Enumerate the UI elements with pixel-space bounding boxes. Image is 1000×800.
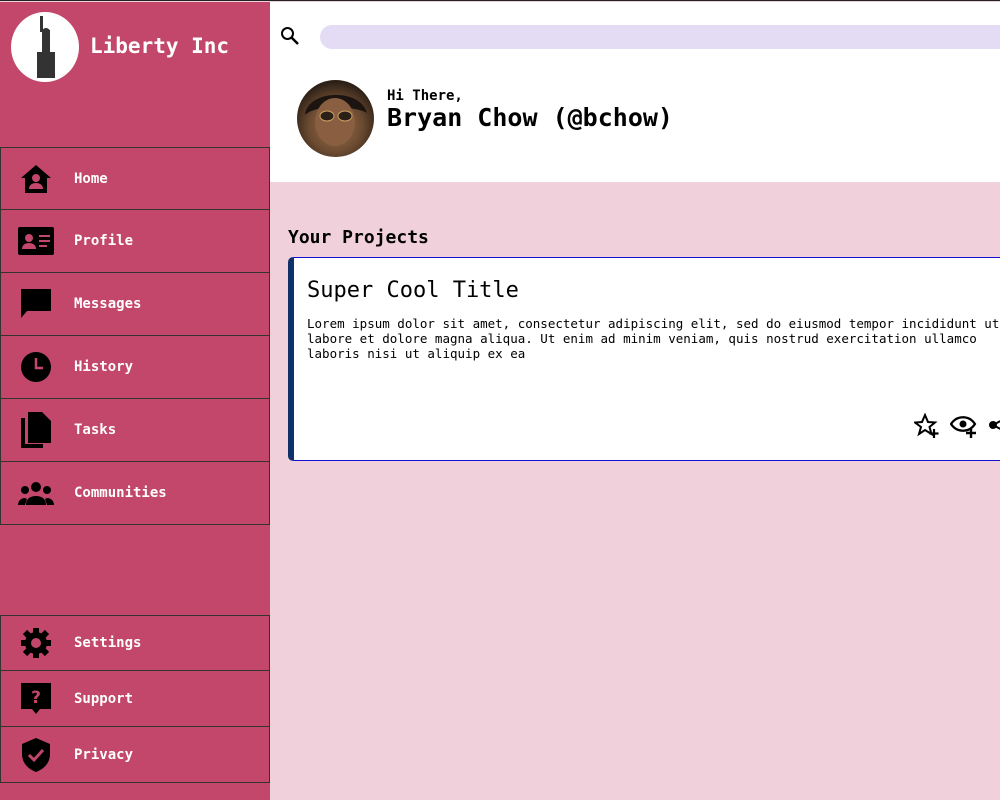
header: Hi There, Bryan Chow (@bchow): [270, 2, 1000, 182]
nav-label: Home: [74, 170, 108, 187]
projects-heading: Your Projects: [288, 227, 429, 248]
nav-label: History: [74, 359, 134, 375]
nav-communities[interactable]: Communities: [0, 462, 270, 525]
nav-home[interactable]: Home: [0, 147, 270, 210]
svg-text:?: ?: [31, 688, 41, 708]
home-icon: [18, 161, 54, 197]
help-icon: ?: [18, 681, 54, 717]
project-title: Super Cool Title: [307, 278, 519, 303]
documents-icon: [18, 412, 54, 448]
greeting: Hi There,: [387, 88, 463, 104]
avatar[interactable]: [297, 80, 374, 157]
watch-add-icon[interactable]: [949, 413, 978, 443]
nav-privacy[interactable]: Privacy: [0, 727, 270, 783]
nav-label: Messages: [74, 296, 142, 312]
company-logo: [11, 12, 79, 82]
nav-settings[interactable]: Settings: [0, 615, 270, 671]
nav-history[interactable]: History: [0, 336, 270, 399]
search-icon[interactable]: [280, 26, 300, 50]
nav-label: Support: [74, 690, 134, 707]
chat-icon: [18, 286, 54, 322]
project-card[interactable]: Super Cool Title Lorem ipsum dolor sit a…: [288, 257, 1000, 461]
project-description: Lorem ipsum dolor sit amet, consectetur …: [307, 316, 1000, 361]
brand-name: Liberty Inc: [90, 34, 230, 58]
user-name: Bryan Chow (@bchow): [387, 103, 673, 132]
id-card-icon: [18, 223, 54, 259]
people-icon: [18, 475, 54, 511]
nav-profile[interactable]: Profile: [0, 210, 270, 273]
nav-support[interactable]: ? Support: [0, 671, 270, 727]
star-add-icon[interactable]: [912, 412, 940, 443]
share-icon[interactable]: [988, 413, 1000, 443]
nav-label: Settings: [74, 635, 142, 651]
clock-icon: [18, 349, 54, 385]
sidebar: Liberty Inc Home Profile Messages Histor…: [0, 2, 270, 800]
nav-label: Tasks: [74, 422, 117, 438]
nav-label: Profile: [74, 233, 134, 249]
nav-tasks[interactable]: Tasks: [0, 399, 270, 462]
main-nav: Home Profile Messages History Tasks Comm…: [0, 147, 270, 525]
shield-icon: [18, 737, 54, 773]
nav-label: Communities: [74, 485, 167, 501]
gear-icon: [18, 625, 54, 661]
search-input[interactable]: [320, 25, 1000, 49]
nav-label: Privacy: [74, 746, 134, 763]
bottom-nav: Settings ? Support Privacy: [0, 615, 270, 783]
nav-messages[interactable]: Messages: [0, 273, 270, 336]
